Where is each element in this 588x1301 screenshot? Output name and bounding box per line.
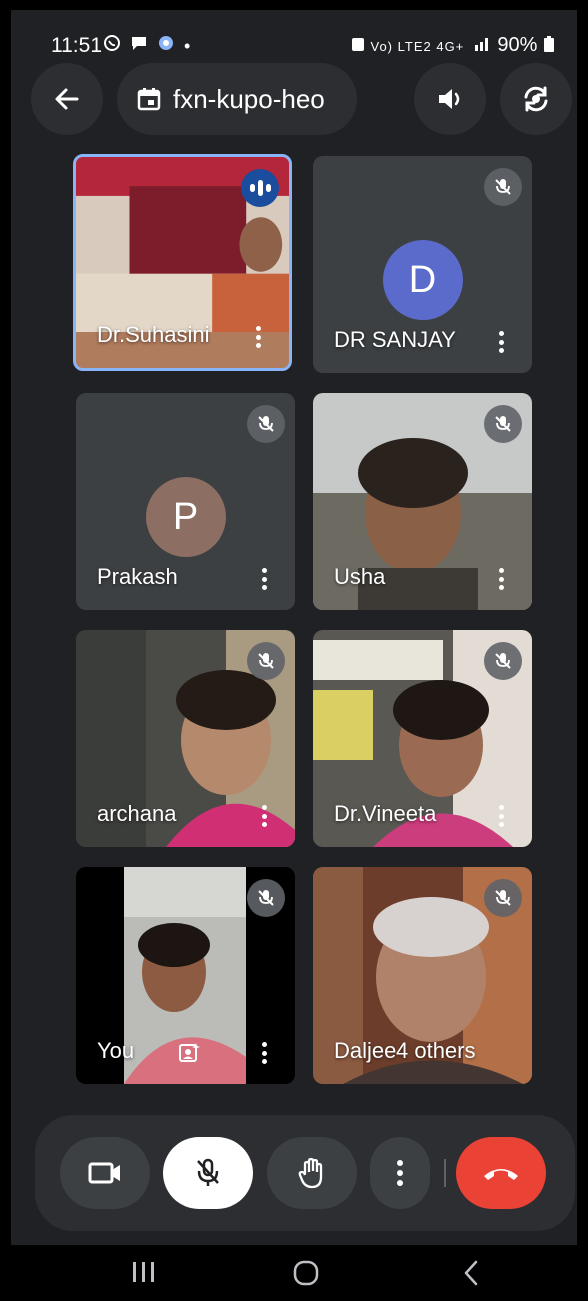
alarm-icon	[351, 38, 364, 51]
switch-camera-button[interactable]	[500, 63, 572, 135]
speaker-icon	[439, 89, 460, 109]
avatar: D	[382, 240, 463, 320]
notification-icons: •	[103, 34, 194, 57]
switch-camera-icon	[524, 86, 548, 112]
participant-tile-sanjay[interactable]: D DR SANJAY	[313, 156, 532, 373]
more-vert-icon[interactable]	[257, 564, 271, 594]
more-vert-icon[interactable]	[251, 322, 265, 352]
participant-name: Dr.Vineeta	[334, 801, 437, 826]
call-controls-bar	[35, 1115, 575, 1231]
speaking-indicator-icon	[241, 169, 279, 207]
mic-off-icon	[484, 168, 522, 206]
participant-name: archana	[97, 801, 177, 826]
meeting-code: fxn-kupo-heo	[173, 83, 325, 114]
avatar-letter: P	[172, 495, 199, 538]
more-vert-icon[interactable]	[257, 801, 271, 831]
mic-off-icon	[247, 405, 285, 443]
home-icon	[293, 1260, 319, 1286]
whatsapp-icon	[104, 35, 120, 51]
status-right: Vo) LTE2 4G+ 90%	[351, 34, 555, 57]
participant-name: DR SANJAY	[334, 327, 456, 352]
participant-first-name: Daljeet	[334, 1038, 396, 1063]
status-time: 11:51	[51, 34, 102, 57]
more-vert-icon	[397, 1160, 403, 1186]
mic-off-icon	[484, 642, 522, 680]
participant-tile-prakash[interactable]: P Prakash	[76, 393, 295, 610]
more-options-button[interactable]	[370, 1137, 430, 1209]
participant-name: Prakash	[97, 564, 178, 589]
participant-name: You	[97, 1038, 135, 1063]
mic-off-icon	[484, 405, 522, 443]
mic-toggle-button[interactable]	[163, 1137, 253, 1209]
participant-tile-overflow[interactable]: Daljeet4 others	[313, 867, 532, 1084]
app-icon	[159, 36, 174, 50]
arrow-back-icon	[55, 88, 79, 110]
avatar-letter: D	[408, 258, 437, 301]
visual-effects-icon[interactable]	[174, 1038, 204, 1068]
leave-call-button[interactable]	[456, 1137, 546, 1209]
chevron-back-icon	[464, 1260, 478, 1286]
meeting-info-button[interactable]: fxn-kupo-heo	[117, 63, 357, 135]
participant-tile-usha[interactable]: Usha	[313, 393, 532, 610]
recent-apps-icon	[133, 1262, 154, 1282]
home-button[interactable]	[292, 1259, 320, 1292]
status-extra-dot: •	[184, 36, 195, 56]
calendar-icon	[137, 88, 161, 111]
meet-call-screen: 11:51 • Vo) LTE2 4G+ 90% fxn-kupo-heo Dr…	[11, 10, 577, 1301]
signal-text: Vo) LTE2 4G+	[370, 39, 465, 54]
raise-hand-icon	[298, 1157, 323, 1189]
participant-name: Daljeet4 others	[334, 1038, 476, 1064]
raise-hand-button[interactable]	[267, 1137, 357, 1209]
back-nav-button[interactable]	[461, 1259, 481, 1292]
camera-toggle-button[interactable]	[60, 1137, 150, 1209]
mic-off-icon	[484, 879, 522, 917]
back-button[interactable]	[31, 63, 103, 135]
system-nav-bar	[11, 1245, 577, 1301]
participant-tile-archana[interactable]: archana	[76, 630, 295, 847]
more-vert-icon[interactable]	[494, 564, 508, 594]
controls-divider	[444, 1159, 446, 1187]
participant-tile-self[interactable]: You	[76, 867, 295, 1084]
participant-tile-suhasini[interactable]: Dr.Suhasini	[73, 154, 292, 371]
call-end-icon	[484, 1169, 518, 1180]
chat-icon	[132, 37, 147, 50]
more-vert-icon[interactable]	[494, 801, 508, 831]
more-vert-icon[interactable]	[257, 1038, 271, 1068]
participant-name: Usha	[334, 564, 386, 589]
mic-off-icon	[247, 879, 285, 917]
audio-output-button[interactable]	[414, 63, 486, 135]
participant-tile-vineeta[interactable]: Dr.Vineeta	[313, 630, 532, 847]
more-vert-icon[interactable]	[494, 327, 508, 357]
mic-off-icon	[197, 1158, 219, 1186]
others-count-label: 4 others	[396, 1038, 476, 1063]
recent-apps-button[interactable]	[131, 1261, 155, 1288]
avatar: P	[145, 477, 226, 557]
status-bar: 11:51 • Vo) LTE2 4G+ 90%	[11, 10, 577, 57]
battery-percent: 90%	[497, 34, 538, 56]
battery-icon	[544, 36, 554, 52]
video-camera-icon	[88, 1162, 120, 1184]
mic-off-icon	[247, 642, 285, 680]
signal-icon	[474, 38, 488, 51]
participant-name: Dr.Suhasini	[97, 322, 210, 347]
